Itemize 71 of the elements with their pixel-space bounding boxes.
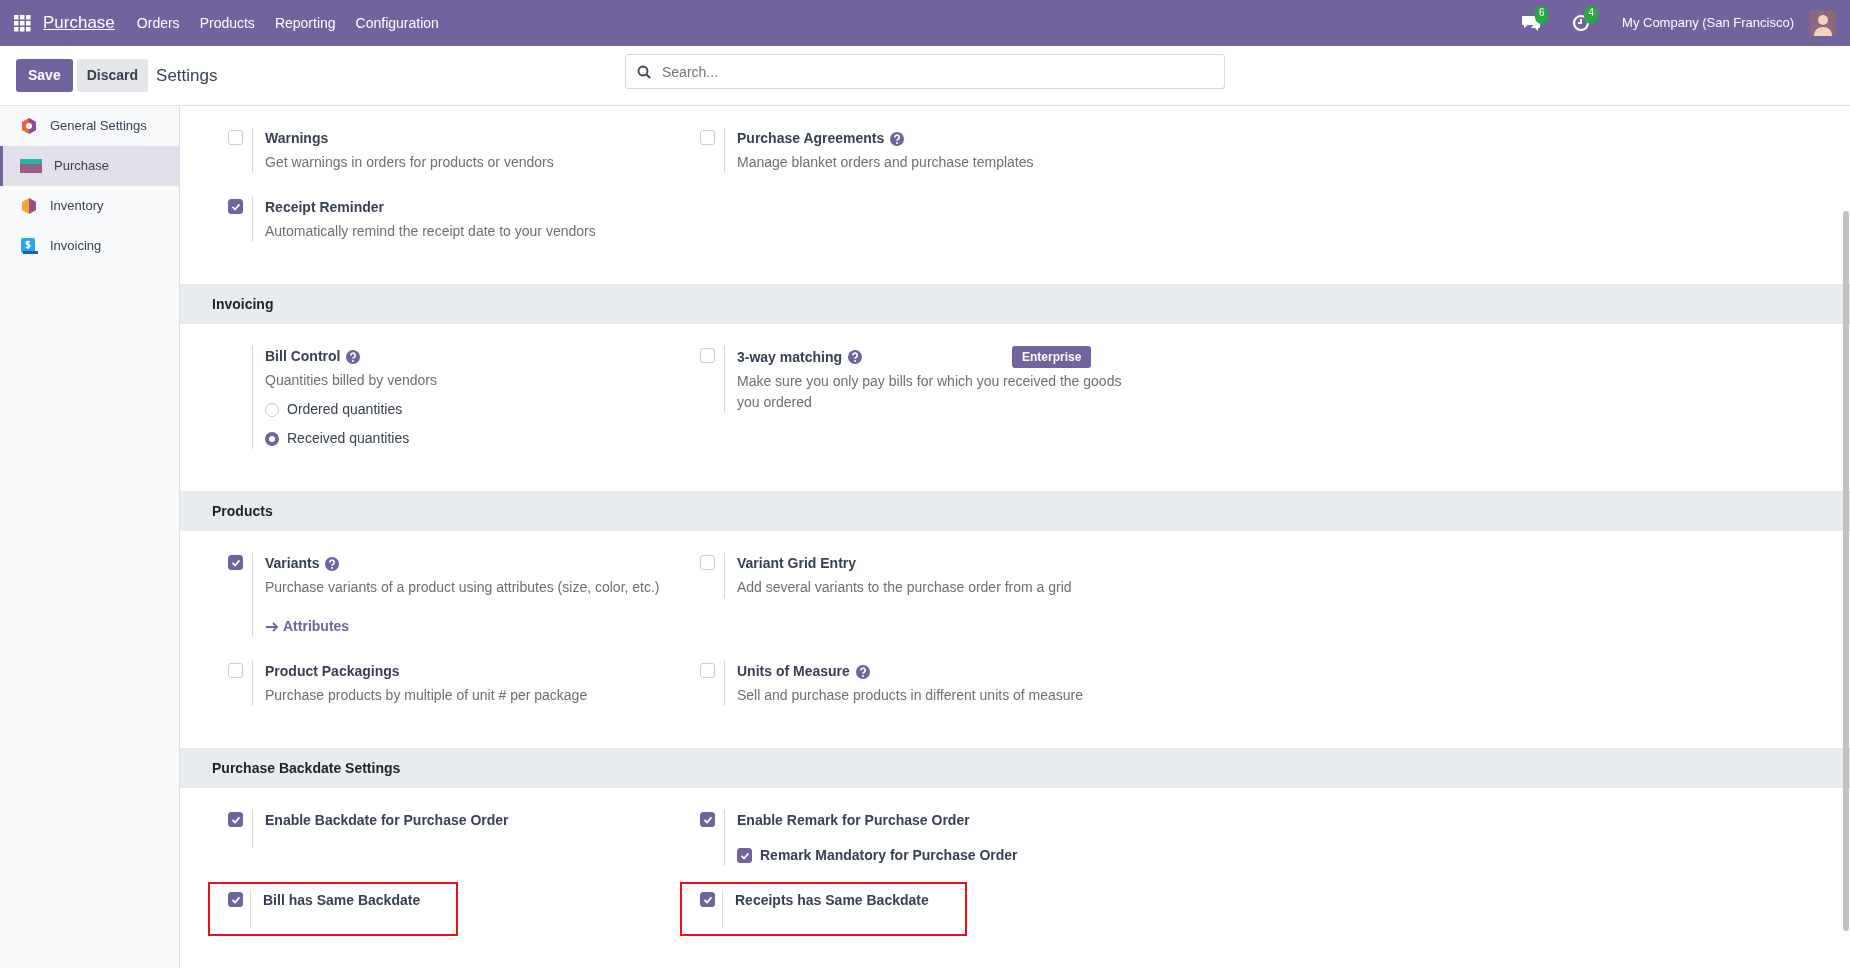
setting-label: Bill Control bbox=[265, 347, 341, 366]
help-icon[interactable] bbox=[848, 350, 863, 364]
hexagon-icon bbox=[20, 117, 38, 135]
setting-label: Product Packagings bbox=[265, 662, 400, 681]
help-icon[interactable] bbox=[855, 664, 870, 679]
checkbox[interactable] bbox=[700, 812, 715, 827]
checkbox[interactable] bbox=[228, 555, 243, 570]
menu-item[interactable]: Orders bbox=[126, 12, 190, 34]
help-icon[interactable] bbox=[325, 556, 340, 571]
discard-button[interactable]: Discard bbox=[76, 59, 149, 92]
setting-label: Bill has Same Backdate bbox=[263, 891, 421, 910]
menu-item[interactable]: Reporting bbox=[264, 12, 346, 34]
card-icon bbox=[20, 157, 42, 175]
setting-label: 3-way matching bbox=[737, 347, 843, 367]
setting-label: Enable Remark for Purchase Order bbox=[737, 811, 970, 830]
checkbox[interactable] bbox=[228, 199, 243, 214]
section-header: Products bbox=[180, 491, 1850, 531]
help-icon[interactable] bbox=[346, 349, 361, 364]
setting-label: Warnings bbox=[265, 129, 329, 148]
activity-button[interactable] bbox=[1572, 14, 1591, 32]
setting-description: Manage blanket orders and purchase templates bbox=[737, 153, 1034, 172]
enterprise-badge: Enterprise bbox=[1012, 346, 1092, 368]
setting-label: Enable Backdate for Purchase Order bbox=[265, 811, 509, 830]
setting-label: Remark Mandatory for Purchase Order bbox=[760, 846, 1018, 865]
app-grid-icon[interactable] bbox=[14, 14, 31, 32]
setting-label: Purchase Agreements bbox=[737, 129, 885, 148]
setting-description: Get warnings in orders for products or vendors bbox=[265, 153, 554, 172]
chat-icon bbox=[1520, 14, 1541, 32]
avatar-icon[interactable] bbox=[1810, 10, 1836, 36]
setting-label: Receipt Reminder bbox=[265, 198, 385, 217]
setting-description: Add several variants to the purchase order from a grid bbox=[737, 578, 1072, 597]
checkbox[interactable] bbox=[228, 892, 243, 907]
sidebar-item[interactable]: Invoicing bbox=[0, 226, 179, 266]
search-field[interactable]: Search... bbox=[625, 54, 1225, 89]
help-icon[interactable] bbox=[890, 131, 905, 146]
save-button[interactable]: Save bbox=[16, 59, 73, 92]
sidebar-item[interactable]: General Settings bbox=[0, 106, 179, 146]
setting-description: Purchase products by multiple of unit # per package bbox=[265, 686, 588, 705]
app-name[interactable]: Purchase bbox=[43, 10, 115, 36]
chat-button[interactable] bbox=[1520, 14, 1541, 32]
section-header: Invoicing bbox=[180, 284, 1850, 324]
sidebar-item[interactable]: Inventory bbox=[0, 186, 179, 226]
section-header: Purchase Backdate Settings bbox=[180, 748, 1850, 788]
arrow-icon bbox=[265, 621, 279, 634]
option-label: Received quantities bbox=[287, 429, 410, 448]
setting-description: Sell and purchase products in different units of measure bbox=[737, 686, 1084, 705]
setting-description: Purchase variants of a product using attributes (size, color, etc.) bbox=[265, 578, 660, 597]
radio-button[interactable] bbox=[265, 431, 279, 446]
activity-count: 4 bbox=[1584, 6, 1599, 24]
setting-description: Quantities billed by vendors bbox=[265, 371, 437, 390]
page-title: Settings bbox=[156, 64, 218, 87]
setting-label: Receipts has Same Backdate bbox=[735, 891, 929, 910]
option-label: Ordered quantities bbox=[287, 400, 403, 419]
message-count: 6 bbox=[1534, 6, 1549, 24]
menu-item[interactable]: Products bbox=[189, 12, 265, 34]
company-name[interactable]: My Company (San Francisco) bbox=[1622, 13, 1794, 33]
hexagon-icon bbox=[20, 197, 38, 215]
setting-description: Automatically remind the receipt date to your vendors bbox=[265, 222, 596, 241]
setting-description: Make sure you only pay bills for which you received the goods you ordered bbox=[737, 372, 1123, 412]
sidebar-item[interactable]: Purchase bbox=[0, 146, 179, 186]
scrollbar[interactable] bbox=[1843, 211, 1849, 931]
checkbox[interactable] bbox=[700, 892, 715, 907]
checkbox[interactable] bbox=[737, 848, 752, 863]
setting-label: Variants bbox=[265, 554, 320, 573]
document-icon bbox=[20, 237, 38, 255]
checkbox[interactable] bbox=[228, 812, 243, 827]
clock-icon bbox=[1572, 14, 1591, 32]
attributes-link[interactable]: Attributes bbox=[265, 616, 350, 637]
setting-label: Units of Measure bbox=[737, 662, 850, 681]
menu-item[interactable]: Configuration bbox=[345, 12, 449, 34]
setting-label: Variant Grid Entry bbox=[737, 554, 857, 573]
